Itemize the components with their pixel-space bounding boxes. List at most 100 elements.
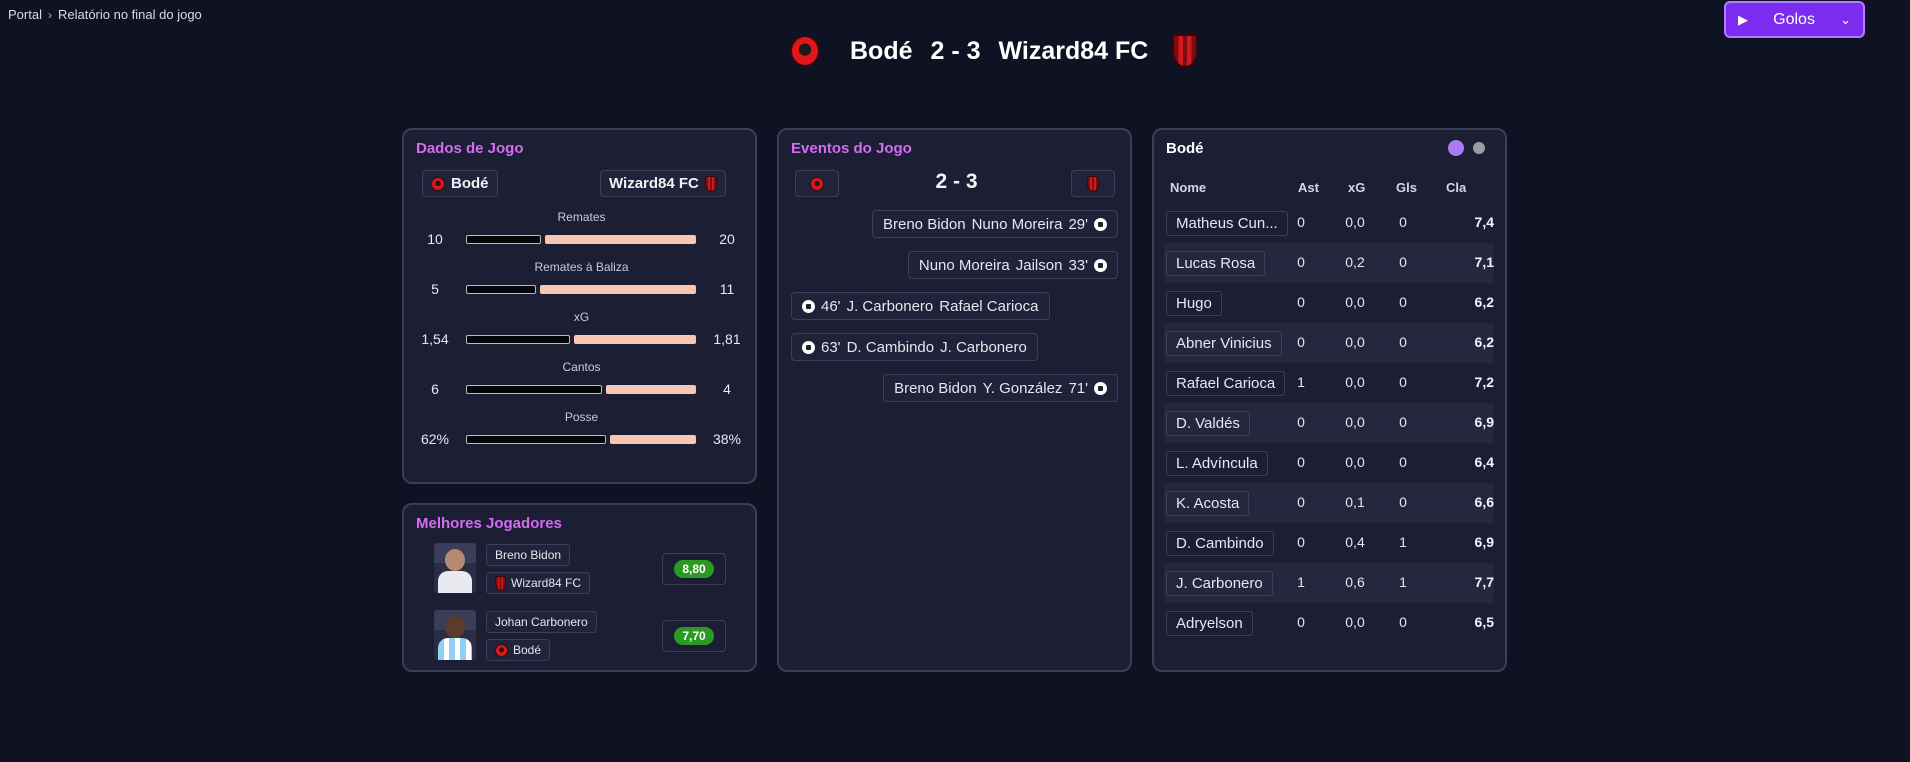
xg-cell: 0,0: [1345, 214, 1365, 230]
player-name-chip[interactable]: Johan Carbonero: [486, 611, 597, 633]
column-header-cla[interactable]: Cla: [1446, 180, 1466, 195]
stat-bar-away: [574, 335, 696, 344]
player-name-cell[interactable]: D. Valdés: [1166, 411, 1250, 436]
event-minute: 46': [821, 297, 841, 315]
player-name-chip[interactable]: Breno Bidon: [486, 544, 571, 566]
rating-cell: 6,2: [1474, 334, 1494, 350]
goals-cell: 0: [1399, 374, 1407, 390]
stat-bar: [466, 285, 696, 294]
player-photo: [434, 610, 476, 660]
table-row[interactable]: Hugo 0 0,0 0 6,2: [1164, 283, 1494, 323]
table-row[interactable]: J. Carbonero 1 0,6 1 7,7: [1164, 563, 1494, 603]
goal-event[interactable]: 63' D. Cambindo J. Carbonero: [791, 333, 1038, 361]
player-name: Johan Carbonero: [495, 615, 588, 629]
column-header-xg[interactable]: xG: [1348, 180, 1365, 195]
stat-bar-home: [466, 335, 570, 344]
table-row[interactable]: Abner Vinicius 0 0,0 0 6,2: [1164, 323, 1494, 363]
column-header-name[interactable]: Nome: [1170, 180, 1206, 195]
table-row[interactable]: Adryelson 0 0,0 0 6,5: [1164, 603, 1494, 643]
assists-cell: 0: [1297, 334, 1305, 350]
table-row[interactable]: Matheus Cun... 0 0,0 0 7,4: [1164, 203, 1494, 243]
goals-cell: 1: [1399, 534, 1407, 550]
player-name-cell[interactable]: Adryelson: [1166, 611, 1253, 636]
away-crest-icon: [495, 575, 506, 591]
player-team: Bodé: [513, 643, 542, 657]
match-stats-panel: Dados de Jogo Bodé Wizard84 FC Remates 1…: [402, 128, 757, 484]
rating-cell: 7,1: [1474, 254, 1494, 270]
goals-cell: 1: [1399, 574, 1407, 590]
stat-bar: [466, 435, 696, 444]
breadcrumb-portal-link[interactable]: Portal: [8, 7, 42, 22]
event-scorer: Breno Bidon: [894, 379, 977, 397]
stat-bar-away: [606, 385, 696, 394]
player-name-cell[interactable]: L. Advíncula: [1166, 451, 1268, 476]
xg-cell: 0,4: [1345, 534, 1365, 550]
player-name-cell[interactable]: Abner Vinicius: [1166, 331, 1282, 356]
event-assist: Jailson: [1015, 256, 1063, 274]
table-row[interactable]: L. Advíncula 0 0,0 0 6,4: [1164, 443, 1494, 483]
stat-row-xg: 1,54 1,81: [404, 330, 759, 350]
table-row[interactable]: Lucas Rosa 0 0,2 0 7,1: [1164, 243, 1494, 283]
home-crest-icon: [790, 35, 820, 67]
goal-event[interactable]: 46' J. Carbonero Rafael Carioca: [791, 292, 1050, 320]
table-row[interactable]: D. Cambindo 0 0,4 1 6,9: [1164, 523, 1494, 563]
away-team-tag-label: Wizard84 FC: [609, 175, 699, 192]
home-crest-icon: [431, 176, 445, 191]
column-header-gls[interactable]: Gls: [1396, 180, 1417, 195]
stat-away-value: 38%: [712, 431, 742, 447]
team-switch-dot[interactable]: [1473, 142, 1485, 154]
chevron-down-icon[interactable]: ⌄: [1840, 12, 1851, 28]
breadcrumb: Portal › Relatório no final do jogo: [8, 7, 202, 22]
player-team-chip[interactable]: Bodé: [486, 639, 551, 661]
away-crest-box: [1071, 170, 1115, 197]
goals-playback-label: Golos: [1773, 10, 1815, 28]
goals-cell: 0: [1399, 334, 1407, 350]
event-scorer: D. Cambindo: [846, 338, 935, 356]
xg-cell: 0,0: [1345, 334, 1365, 350]
stat-label: Remates: [557, 210, 606, 224]
away-team-name: Wizard84 FC: [998, 36, 1149, 65]
stat-bar-home: [466, 385, 602, 394]
event-minute: 29': [1068, 215, 1088, 233]
table-row[interactable]: D. Valdés 0 0,0 0 6,9: [1164, 403, 1494, 443]
goal-event[interactable]: Breno Bidon Nuno Moreira 29': [872, 210, 1118, 238]
rating-cell: 6,4: [1474, 454, 1494, 470]
stat-bar-away: [540, 285, 696, 294]
xg-cell: 0,0: [1345, 414, 1365, 430]
table-row[interactable]: K. Acosta 0 0,1 0 6,6: [1164, 483, 1494, 523]
assists-cell: 0: [1297, 494, 1305, 510]
player-name-cell[interactable]: K. Acosta: [1166, 491, 1250, 516]
assists-cell: 0: [1297, 214, 1305, 230]
away-crest-icon: [1172, 34, 1199, 68]
player-name-cell[interactable]: Matheus Cun...: [1166, 211, 1288, 236]
breadcrumb-current: Relatório no final do jogo: [57, 7, 202, 22]
player-name-cell[interactable]: J. Carbonero: [1166, 571, 1273, 596]
stat-home-value: 10: [427, 231, 443, 247]
player-team-chip[interactable]: Wizard84 FC: [486, 572, 591, 594]
stat-label: xG: [573, 310, 590, 324]
player-photo: [434, 543, 476, 593]
goals-cell: 0: [1399, 614, 1407, 630]
goal-event[interactable]: Nuno Moreira Jailson 33': [907, 251, 1118, 279]
table-row[interactable]: Rafael Carioca 1 0,0 0 7,2: [1164, 363, 1494, 403]
goal-event[interactable]: Breno Bidon Y. González 71': [883, 374, 1118, 402]
xg-cell: 0,1: [1345, 494, 1365, 510]
stat-label: Posse: [564, 410, 599, 424]
xg-cell: 0,0: [1345, 614, 1365, 630]
goals-cell: 0: [1399, 294, 1407, 310]
goals-playback-button[interactable]: ▶ Golos ⌄: [1724, 1, 1865, 38]
best-player-row[interactable]: Breno Bidon Wizard84 FC 8,80: [404, 543, 759, 597]
stat-label: Remates à Baliza: [534, 260, 629, 274]
column-header-ast[interactable]: Ast: [1298, 180, 1319, 195]
player-name-cell[interactable]: Lucas Rosa: [1166, 251, 1266, 276]
player-name-cell[interactable]: D. Cambindo: [1166, 531, 1274, 556]
best-player-row[interactable]: Johan Carbonero Bodé 7,70: [404, 610, 759, 664]
stat-home-value: 1,54: [421, 331, 449, 347]
assists-cell: 0: [1297, 534, 1305, 550]
stat-bar-home: [466, 285, 536, 294]
player-name-cell[interactable]: Hugo: [1166, 291, 1222, 316]
player-name-cell[interactable]: Rafael Carioca: [1166, 371, 1286, 396]
team-switch-dot-active[interactable]: [1448, 140, 1464, 156]
player-team: Wizard84 FC: [511, 576, 582, 590]
rating-cell: 7,2: [1474, 374, 1494, 390]
